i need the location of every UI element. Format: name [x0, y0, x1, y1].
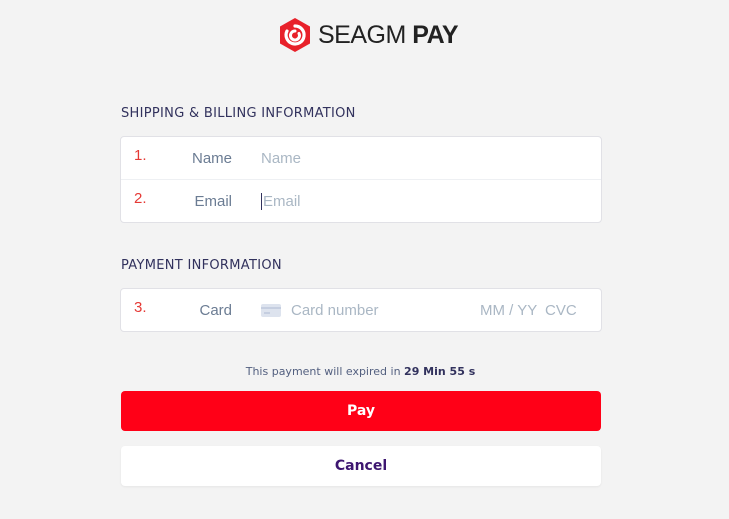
- credit-card-icon: [261, 304, 281, 317]
- brand-logo: SEAGM PAY: [278, 17, 459, 53]
- card-row: 3. Card: [121, 289, 601, 331]
- name-input[interactable]: [261, 149, 561, 167]
- card-field-number: 3.: [134, 299, 147, 316]
- name-label: Name: [191, 149, 232, 167]
- brand-name-light: SEAGM: [318, 20, 406, 49]
- expiry-prefix: This payment will expired in: [245, 365, 401, 378]
- name-row: 1. Name: [121, 137, 601, 179]
- shipping-form: 1. Name 2. Email: [120, 136, 602, 223]
- brand-name-bold: PAY: [412, 20, 459, 49]
- expiry-countdown: 29 Min 55 s: [404, 365, 476, 378]
- card-number-input[interactable]: [291, 301, 461, 319]
- expiry-notice: This payment will expired in 29 Min 55 s: [0, 365, 721, 378]
- payment-form: 3. Card: [120, 288, 602, 332]
- email-row: 2. Email: [121, 179, 601, 222]
- card-cvc-input[interactable]: [545, 301, 585, 319]
- shipping-section-title: SHIPPING & BILLING INFORMATION: [121, 106, 356, 121]
- card-expiry-input[interactable]: [480, 301, 542, 319]
- email-field-number: 2.: [134, 190, 147, 207]
- payment-section-title: PAYMENT INFORMATION: [121, 258, 282, 273]
- card-label: Card: [199, 301, 232, 319]
- email-input[interactable]: [261, 192, 553, 210]
- email-label: Email: [194, 192, 232, 210]
- seagm-logo-icon: [280, 18, 310, 52]
- pay-button[interactable]: Pay: [121, 391, 601, 431]
- name-field-number: 1.: [134, 147, 147, 164]
- cancel-button[interactable]: Cancel: [121, 446, 601, 486]
- brand-name: SEAGM PAY: [318, 20, 459, 50]
